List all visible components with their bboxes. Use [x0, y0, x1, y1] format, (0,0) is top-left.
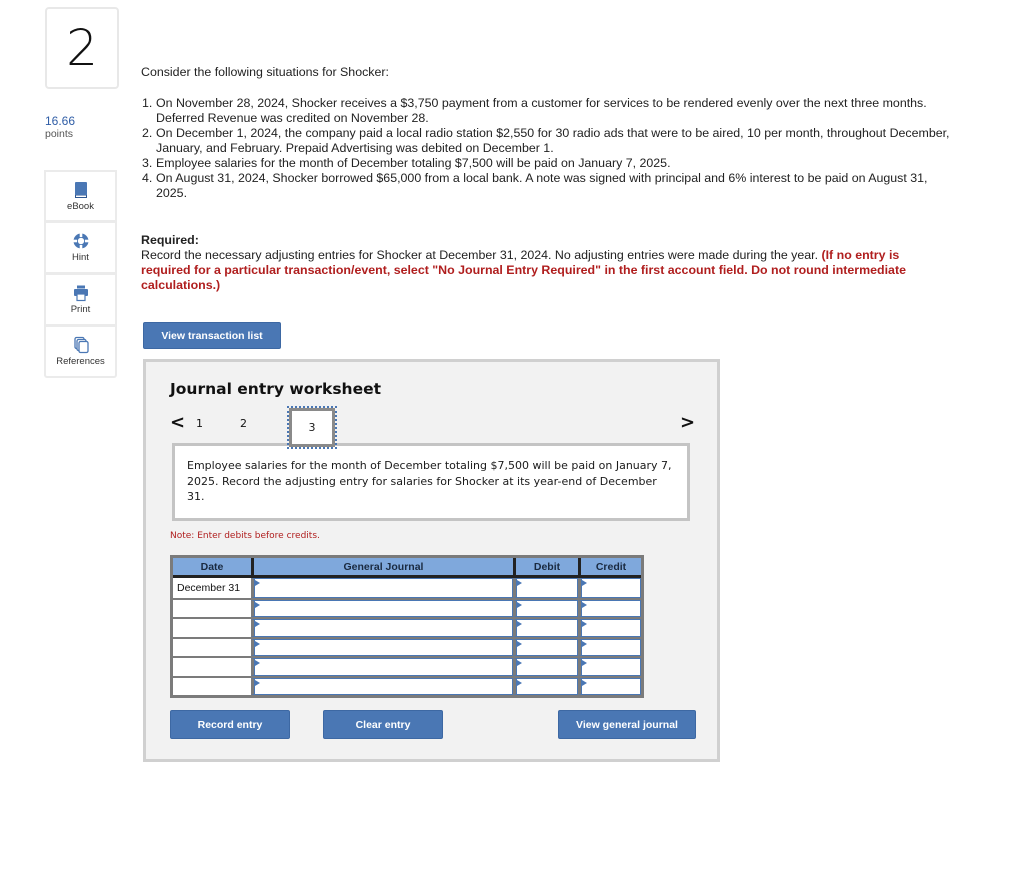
next-arrow-icon[interactable]: >	[680, 412, 695, 433]
worksheet-title: Journal entry worksheet	[170, 380, 382, 398]
account-input[interactable]	[251, 619, 513, 637]
credit-input[interactable]	[578, 619, 641, 637]
printer-icon	[73, 285, 88, 302]
view-transaction-list-button[interactable]: View transaction list	[143, 322, 281, 349]
credit-input[interactable]	[578, 638, 641, 656]
account-input[interactable]	[251, 658, 513, 676]
lifebuoy-icon	[72, 233, 89, 249]
account-input[interactable]	[251, 677, 513, 695]
credit-input[interactable]	[578, 658, 641, 676]
credit-input[interactable]	[578, 677, 641, 695]
date-cell	[173, 658, 251, 676]
situation-item: 2. On December 1, 2024, the company paid …	[141, 126, 961, 156]
situation-list: 1. On November 28, 2024, Shocker receives…	[141, 96, 961, 201]
tool-panel: eBook Hint Print References	[44, 170, 117, 378]
date-cell	[173, 638, 251, 656]
situation-item: 3. Employee salaries for the month of Dec…	[141, 156, 961, 171]
header-general-journal: General Journal	[251, 558, 513, 575]
references-label: References	[56, 356, 105, 367]
date-cell	[173, 677, 251, 695]
question-number: 2	[45, 7, 119, 89]
journal-table: Date General Journal Debit Credit Decemb…	[170, 555, 644, 698]
date-cell: December 31	[173, 578, 251, 598]
account-input[interactable]	[251, 578, 513, 598]
journal-row	[173, 656, 641, 676]
situation-text: On November 28, 2024, Shocker receives a…	[156, 96, 927, 125]
situation-number: 1.	[142, 96, 153, 110]
journal-entry-worksheet: Journal entry worksheet < 1 2 3 4 > Empl…	[143, 359, 720, 762]
debit-input[interactable]	[513, 578, 578, 598]
situation-text: Employee salaries for the month of Decem…	[156, 156, 671, 170]
view-general-journal-button[interactable]: View general journal	[558, 710, 696, 739]
points-value: 16.66	[45, 114, 76, 128]
tab-2[interactable]: 2	[240, 417, 247, 430]
journal-row: December 31	[173, 578, 641, 598]
debit-input[interactable]	[513, 677, 578, 695]
header-debit: Debit	[513, 558, 578, 575]
print-button[interactable]: Print	[44, 274, 117, 326]
hint-button[interactable]: Hint	[44, 222, 117, 274]
journal-row	[173, 675, 641, 695]
transaction-description: Employee salaries for the month of Decem…	[172, 443, 690, 521]
journal-row	[173, 636, 641, 656]
clear-entry-button[interactable]: Clear entry	[323, 710, 443, 739]
copy-pages-icon	[73, 336, 89, 354]
date-cell	[173, 599, 251, 617]
record-entry-button[interactable]: Record entry	[170, 710, 290, 739]
required-instructions: Record the necessary adjusting entries f…	[141, 248, 822, 262]
situation-number: 4.	[142, 171, 153, 185]
book-icon	[74, 181, 87, 198]
debit-input[interactable]	[513, 638, 578, 656]
debit-input[interactable]	[513, 619, 578, 637]
account-input[interactable]	[251, 638, 513, 656]
date-cell	[173, 619, 251, 637]
header-credit: Credit	[578, 558, 641, 575]
required-heading: Required:	[141, 233, 199, 247]
situation-item: 4. On August 31, 2024, Shocker borrowed $…	[141, 171, 961, 201]
previous-arrow-icon[interactable]: <	[170, 412, 185, 433]
hint-label: Hint	[72, 252, 89, 263]
points-label: points	[45, 128, 74, 140]
credit-input[interactable]	[578, 599, 641, 617]
journal-table-body: December 31	[173, 578, 641, 695]
tab-1[interactable]: 1	[196, 417, 203, 430]
debit-input[interactable]	[513, 658, 578, 676]
credit-input[interactable]	[578, 578, 641, 598]
print-label: Print	[70, 304, 91, 315]
situation-number: 3.	[142, 156, 153, 170]
situation-number: 2.	[142, 126, 153, 140]
debit-input[interactable]	[513, 599, 578, 617]
situation-item: 1. On November 28, 2024, Shocker receives…	[141, 96, 961, 126]
journal-row	[173, 597, 641, 617]
required-section: Required: Record the necessary adjusting…	[141, 233, 941, 293]
references-button[interactable]: References	[44, 326, 117, 378]
tab-3-active[interactable]: 3	[287, 406, 337, 449]
situation-text: On August 31, 2024, Shocker borrowed $65…	[156, 171, 928, 200]
journal-row	[173, 617, 641, 637]
account-input[interactable]	[251, 599, 513, 617]
situation-text: On December 1, 2024, the company paid a …	[156, 126, 950, 155]
problem-intro: Consider the following situations for Sh…	[141, 65, 389, 79]
journal-table-header: Date General Journal Debit Credit	[173, 558, 641, 578]
ebook-label: eBook	[67, 200, 94, 212]
debit-credit-note: Note: Enter debits before credits.	[170, 531, 320, 541]
ebook-button[interactable]: eBook	[44, 170, 117, 222]
header-date: Date	[200, 560, 224, 573]
